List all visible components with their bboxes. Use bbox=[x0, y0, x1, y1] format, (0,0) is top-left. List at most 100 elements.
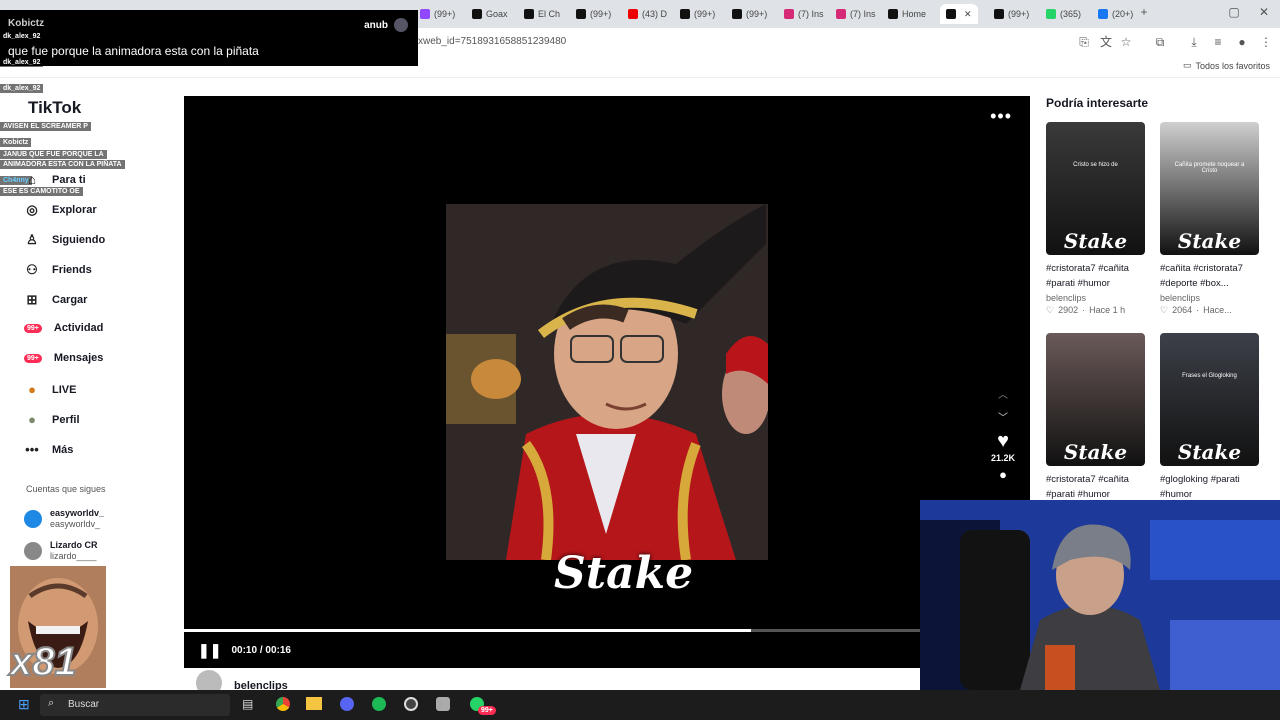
browser-tab[interactable]: (7) Ins bbox=[784, 4, 824, 24]
sidebar-item-friends[interactable]: ⚇ Friends bbox=[24, 262, 92, 278]
download-icon[interactable]: ⤓ bbox=[1186, 34, 1202, 50]
tab-label: Goax bbox=[486, 9, 508, 19]
sidebar-item-live[interactable]: ● LIVE bbox=[24, 382, 76, 398]
tab-label: (99+) bbox=[746, 9, 768, 19]
meta-separator: · bbox=[1196, 305, 1200, 315]
thumbnail-stake-logo: Stake bbox=[1177, 229, 1242, 253]
file-explorer-icon[interactable] bbox=[306, 697, 322, 710]
chat-overlay-line: ESE ES CAMOTITO OE bbox=[0, 187, 83, 196]
browser-tab[interactable]: El Ch bbox=[524, 4, 560, 24]
sidebar-item-cargar[interactable]: ⊞ Cargar bbox=[24, 292, 88, 308]
sidebar-item-mensajes[interactable]: 99+ Mensajes bbox=[24, 352, 103, 364]
menu-dots-icon[interactable]: ⋮ bbox=[1258, 34, 1274, 50]
like-heart-icon[interactable]: ♥ bbox=[988, 430, 1018, 453]
sidebar-item-perfil[interactable]: ● Perfil bbox=[24, 412, 79, 428]
tab-label: (99+) bbox=[434, 9, 456, 19]
spotify-icon[interactable] bbox=[372, 697, 386, 711]
video-frame[interactable] bbox=[446, 204, 768, 560]
more-options-icon[interactable]: ••• bbox=[990, 106, 1012, 127]
obs-icon[interactable] bbox=[404, 697, 418, 711]
url-field[interactable]: xweb_id=7518931658851239480 bbox=[418, 36, 566, 47]
comment-icon[interactable]: ● bbox=[988, 467, 1018, 482]
account-handle: easyworldv_ bbox=[50, 519, 101, 529]
app-icon[interactable] bbox=[436, 697, 450, 711]
minimize-icon[interactable]: ▢ bbox=[1226, 4, 1242, 20]
browser-tab[interactable]: (99+) bbox=[994, 4, 1029, 24]
media-icon[interactable]: ≡ bbox=[1210, 34, 1226, 50]
sidebar-item-para-ti[interactable]: ⌂ Para ti bbox=[24, 172, 86, 188]
recommendation-thumbnail[interactable]: Cristo se hizo de Stake bbox=[1046, 122, 1145, 255]
pause-icon[interactable]: ❚❚ bbox=[198, 642, 221, 659]
recommendation-title[interactable]: #cristorata7 #cañita #parati #humor bbox=[1046, 261, 1146, 291]
install-icon[interactable]: ⎘ bbox=[1076, 34, 1092, 50]
recommendation-title[interactable]: #cristorata7 #cañita #parati #humor bbox=[1046, 472, 1146, 502]
browser-tab[interactable]: (99+) bbox=[576, 4, 611, 24]
chat-right-user: anub bbox=[364, 18, 408, 32]
browser-tab[interactable]: (365) bbox=[1046, 4, 1081, 24]
new-tab-icon[interactable]: + bbox=[1136, 4, 1152, 20]
recommendation-thumbnail[interactable]: Stake bbox=[1046, 333, 1145, 466]
recommendation-card[interactable]: Stake #cristorata7 #cañita #parati #humor bbox=[1046, 333, 1146, 502]
recommendation-author[interactable]: belenclips bbox=[1046, 293, 1146, 303]
browser-tab[interactable]: Home bbox=[888, 4, 926, 24]
taskbar-search-label: Buscar bbox=[68, 699, 100, 710]
recommendation-card[interactable]: Cristo se hizo de Stake #cristorata7 #cañi… bbox=[1046, 122, 1146, 316]
recommendation-title[interactable]: #cañita #cristorata7 #deporte #box... bbox=[1160, 261, 1260, 291]
bookmark-star-icon[interactable]: ☆ bbox=[1118, 34, 1134, 50]
translate-icon[interactable]: 文 bbox=[1098, 34, 1114, 50]
sidebar-item-actividad[interactable]: 99+ Actividad bbox=[24, 322, 103, 334]
scroll-up-icon[interactable]: ︿ bbox=[988, 386, 1018, 401]
tab-label: (99+) bbox=[694, 9, 716, 19]
recommendation-meta: ♡ 2902 · Hace 1 h bbox=[1046, 305, 1146, 316]
followed-account[interactable]: Lizardo CR lizardo____ bbox=[24, 540, 98, 562]
browser-tab[interactable]: (20+) bbox=[1098, 4, 1133, 24]
windows-start-icon[interactable]: ⊞ bbox=[18, 696, 30, 713]
sidebar-item-más[interactable]: ••• Más bbox=[24, 442, 73, 458]
sidebar-item-label: LIVE bbox=[52, 384, 77, 396]
discord-icon[interactable] bbox=[340, 697, 354, 711]
followed-account[interactable]: easyworldv_ easyworldv_ bbox=[24, 508, 104, 530]
chrome-icon[interactable] bbox=[276, 697, 290, 711]
browser-tab[interactable]: (99+) bbox=[680, 4, 715, 24]
browser-tab[interactable]: (7) Ins bbox=[836, 4, 876, 24]
tiktok-icon bbox=[576, 9, 586, 19]
sidebar-item-siguiendo[interactable]: ♙ Siguiendo bbox=[24, 232, 105, 248]
recommendation-thumbnail[interactable]: Cañita promete noquear a Cristo Stake bbox=[1160, 122, 1259, 255]
recommendation-thumbnail[interactable]: Frases el Glogloking Stake bbox=[1160, 333, 1259, 466]
recommendation-card[interactable]: Cañita promete noquear a Cristo Stake #cañ… bbox=[1160, 122, 1260, 316]
all-bookmarks[interactable]: ▭ Todos los favoritos bbox=[1183, 60, 1270, 71]
sidebar-item-label: Actividad bbox=[53, 322, 104, 334]
recommendation-author[interactable]: belenclips bbox=[1160, 293, 1260, 303]
chat-message: que fue porque la animadora esta con la … bbox=[8, 44, 259, 58]
recommendation-meta: ♡ 2064 · Hace... bbox=[1160, 305, 1260, 316]
task-view-icon[interactable]: ▤ bbox=[242, 697, 253, 711]
browser-tab[interactable]: Goax bbox=[472, 4, 508, 24]
browser-tab[interactable]: (99+) bbox=[420, 4, 455, 24]
meta-separator: · bbox=[1082, 305, 1086, 315]
browser-tab[interactable]: (99+) bbox=[732, 4, 767, 24]
video-author-bar: belenclips bbox=[184, 668, 920, 696]
close-tab-icon[interactable]: ✕ bbox=[964, 9, 972, 20]
close-window-icon[interactable]: ✕ bbox=[1256, 4, 1272, 20]
recommendation-card[interactable]: Frases el Glogloking Stake #glogloking #pa… bbox=[1160, 333, 1260, 502]
video-time: 00:10 / 00:16 bbox=[231, 645, 291, 656]
tiktok-logo[interactable]: TikTok bbox=[28, 98, 81, 118]
thumbnail-caption: Cristo se hizo de bbox=[1073, 162, 1118, 168]
scroll-down-icon[interactable]: ﹀ bbox=[988, 409, 1018, 424]
browser-tab[interactable]: (43) D bbox=[628, 4, 667, 24]
likes-heart-icon: ♡ bbox=[1046, 305, 1055, 315]
sidebar-item-explorar[interactable]: ◎ Explorar bbox=[24, 202, 96, 218]
whatsapp-icon bbox=[1046, 9, 1056, 19]
browser-tab[interactable]: ✕ bbox=[940, 4, 978, 24]
progress-bar[interactable] bbox=[184, 629, 920, 632]
account-avatar bbox=[24, 510, 42, 528]
taskbar-search[interactable]: ⌕ Buscar bbox=[40, 694, 230, 716]
video-scene bbox=[446, 204, 768, 560]
profile-icon: ● bbox=[28, 412, 36, 427]
tab-label: (99+) bbox=[1008, 9, 1030, 19]
video-player[interactable]: Stake ••• ︿ ﹀ ♥ 21.2K ● ❚❚ 00:10 / 00:16 bbox=[184, 96, 1030, 668]
recommendation-time: Hace 1 h bbox=[1089, 305, 1126, 315]
extensions-icon[interactable]: ⧉ bbox=[1152, 34, 1168, 50]
profile-avatar-icon[interactable]: ● bbox=[1234, 34, 1250, 50]
recommendation-title[interactable]: #glogloking #parati #humor bbox=[1160, 472, 1260, 502]
